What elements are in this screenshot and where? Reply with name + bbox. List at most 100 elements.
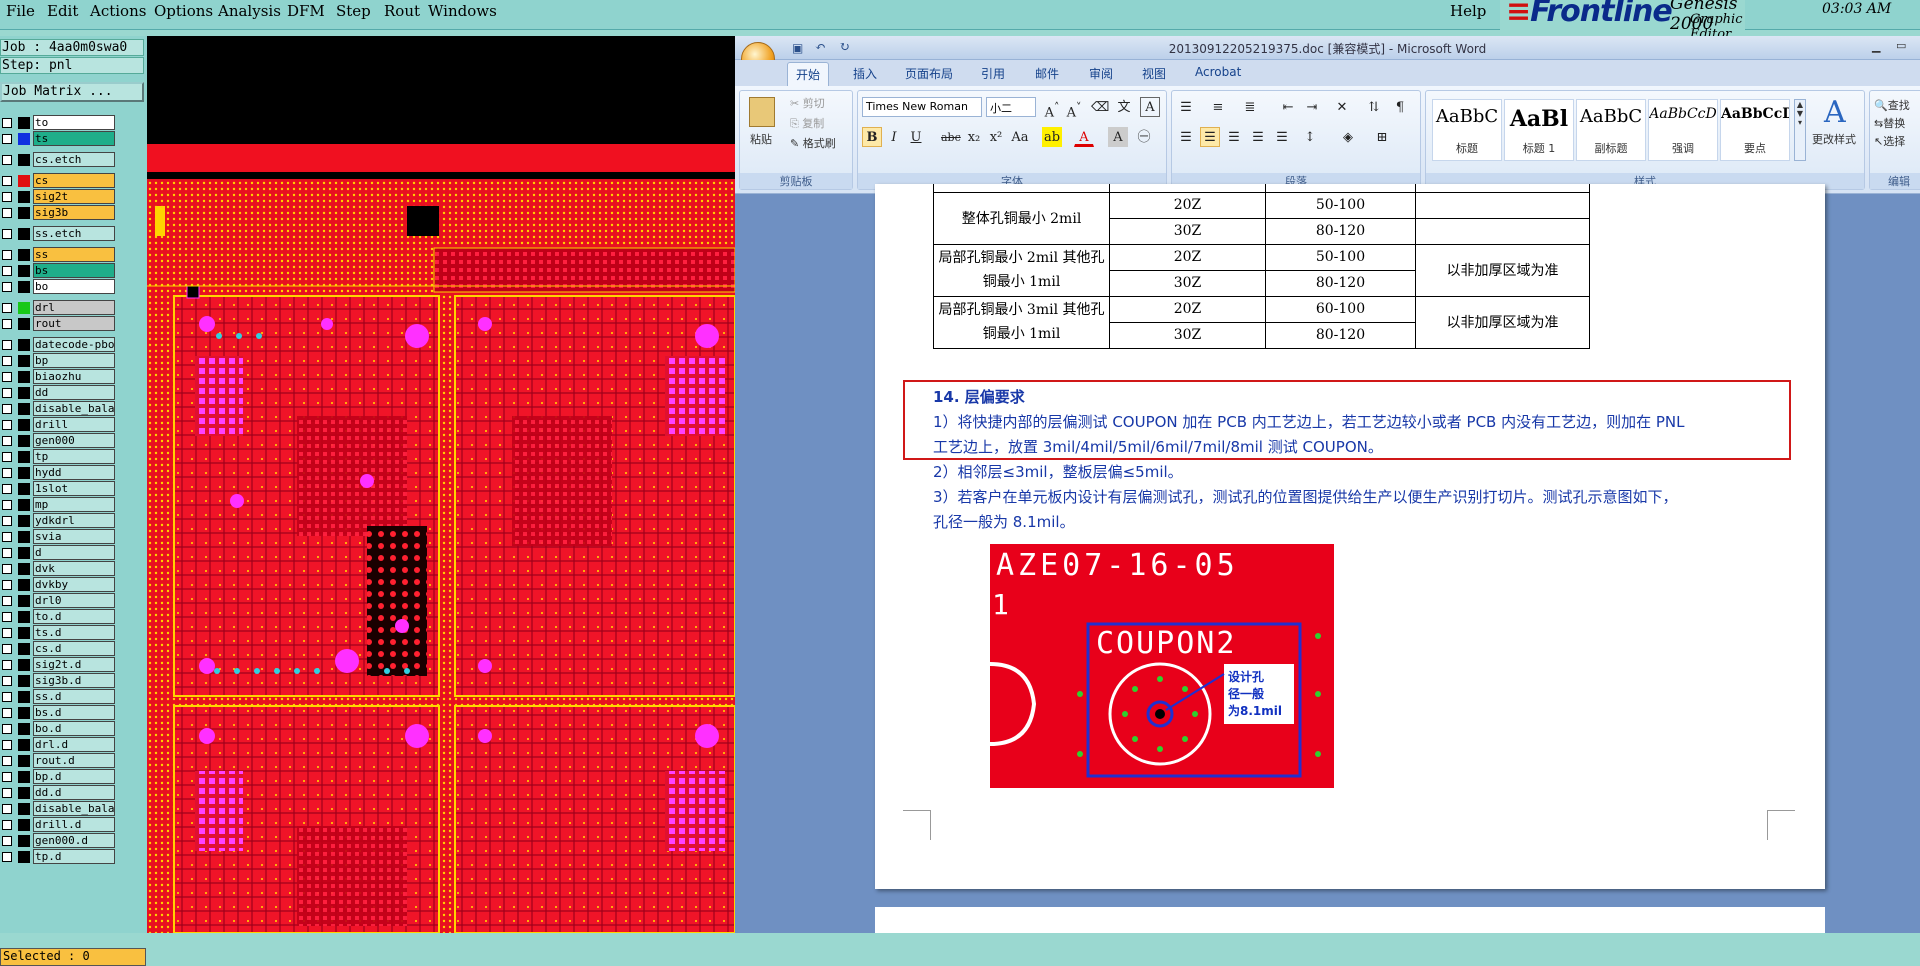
change-styles-icon[interactable]: A bbox=[1824, 95, 1846, 130]
format-painter-button[interactable]: ✎ 格式刷 bbox=[790, 135, 836, 151]
layer-row-rout[interactable]: rout bbox=[0, 316, 146, 331]
layer-checkbox[interactable] bbox=[2, 628, 12, 638]
char-border-icon[interactable]: A bbox=[1140, 97, 1160, 117]
layer-row-drl[interactable]: drl bbox=[0, 300, 146, 315]
layer-checkbox[interactable] bbox=[2, 340, 12, 350]
layer-row-disable-bala[interactable]: disable_bala bbox=[0, 401, 146, 416]
maximize-icon[interactable]: ▭ bbox=[1896, 39, 1912, 53]
layer-row-1slot[interactable]: 1slot bbox=[0, 481, 146, 496]
menu-file[interactable]: File bbox=[6, 2, 35, 20]
highlight-icon[interactable]: ab bbox=[1042, 127, 1062, 147]
clear-format-icon[interactable]: ⌫ bbox=[1090, 97, 1110, 117]
layer-checkbox[interactable] bbox=[2, 660, 12, 670]
layer-checkbox[interactable] bbox=[2, 836, 12, 846]
menu-help[interactable]: Help bbox=[1450, 2, 1486, 20]
layer-row-biaozhu[interactable]: biaozhu bbox=[0, 369, 146, 384]
layer-row-sig3b-d[interactable]: sig3b.d bbox=[0, 673, 146, 688]
layer-row-bo-d[interactable]: bo.d bbox=[0, 721, 146, 736]
menu-windows[interactable]: Windows bbox=[428, 2, 497, 20]
decrease-indent-icon[interactable]: ⇤ bbox=[1278, 97, 1298, 117]
layer-checkbox[interactable] bbox=[2, 788, 12, 798]
layer-checkbox[interactable] bbox=[2, 820, 12, 830]
layer-row-to[interactable]: to bbox=[0, 115, 146, 130]
style-strong[interactable]: AaBbCcD 要点 bbox=[1720, 99, 1790, 161]
tab-insert[interactable]: 插入 bbox=[853, 65, 877, 82]
layer-checkbox[interactable] bbox=[2, 372, 12, 382]
layer-checkbox[interactable] bbox=[2, 612, 12, 622]
font-size-select[interactable]: 小二 bbox=[986, 97, 1036, 117]
layer-checkbox[interactable] bbox=[2, 756, 12, 766]
menu-step[interactable]: Step bbox=[336, 2, 371, 20]
subscript-icon[interactable]: x₂ bbox=[964, 127, 984, 147]
style-heading1[interactable]: AaBl 标题 1 bbox=[1504, 99, 1574, 161]
minimize-icon[interactable]: ▁ bbox=[1872, 40, 1888, 54]
layer-checkbox[interactable] bbox=[2, 118, 12, 128]
job-matrix-button[interactable]: Job Matrix ... bbox=[0, 82, 144, 102]
paste-button[interactable]: 粘贴 bbox=[750, 131, 772, 147]
layer-row-sig2t[interactable]: sig2t bbox=[0, 189, 146, 204]
layer-row-sig3b[interactable]: sig3b bbox=[0, 205, 146, 220]
layer-row-bp[interactable]: bp bbox=[0, 353, 146, 368]
layer-checkbox[interactable] bbox=[2, 266, 12, 276]
menu-options[interactable]: Options bbox=[154, 2, 213, 20]
layer-row-drill-d[interactable]: drill.d bbox=[0, 817, 146, 832]
layer-row-hydd[interactable]: hydd bbox=[0, 465, 146, 480]
layer-row-dd-d[interactable]: dd.d bbox=[0, 785, 146, 800]
layer-row-dd[interactable]: dd bbox=[0, 385, 146, 400]
align-right-icon[interactable]: ☰ bbox=[1224, 127, 1244, 147]
layer-checkbox[interactable] bbox=[2, 484, 12, 494]
layer-checkbox[interactable] bbox=[2, 564, 12, 574]
tab-layout[interactable]: 页面布局 bbox=[905, 65, 953, 82]
strikethrough-icon[interactable]: abc bbox=[940, 127, 961, 147]
layer-row-bp-d[interactable]: bp.d bbox=[0, 769, 146, 784]
layer-checkbox[interactable] bbox=[2, 388, 12, 398]
change-styles-button[interactable]: 更改样式 bbox=[1812, 131, 1856, 147]
layer-checkbox[interactable] bbox=[2, 134, 12, 144]
enclose-char-icon[interactable]: ㊀ bbox=[1134, 127, 1154, 147]
layer-row-gen000[interactable]: gen000 bbox=[0, 433, 146, 448]
layer-row-sig2t-d[interactable]: sig2t.d bbox=[0, 657, 146, 672]
layer-checkbox[interactable] bbox=[2, 356, 12, 366]
style-emphasis[interactable]: AaBbCcD 强调 bbox=[1648, 99, 1718, 161]
layer-row-cs-etch[interactable]: cs.etch bbox=[0, 152, 146, 167]
layer-row-ss-etch[interactable]: ss.etch bbox=[0, 226, 146, 241]
layer-checkbox[interactable] bbox=[2, 532, 12, 542]
shrink-font-icon[interactable]: A˅ bbox=[1064, 97, 1084, 120]
font-color-icon[interactable]: A bbox=[1074, 127, 1094, 147]
layer-checkbox[interactable] bbox=[2, 740, 12, 750]
layer-checkbox[interactable] bbox=[2, 500, 12, 510]
tab-acrobat[interactable]: Acrobat bbox=[1195, 65, 1241, 79]
layer-row-gen000-d[interactable]: gen000.d bbox=[0, 833, 146, 848]
layer-row-dvkby[interactable]: dvkby bbox=[0, 577, 146, 592]
distribute-icon[interactable]: ☰ bbox=[1272, 127, 1292, 147]
borders-icon[interactable]: ⊞ bbox=[1372, 127, 1392, 147]
layer-checkbox[interactable] bbox=[2, 319, 12, 329]
layer-checkbox[interactable] bbox=[2, 250, 12, 260]
layer-row-cs-d[interactable]: cs.d bbox=[0, 641, 146, 656]
document-area[interactable]: 整体孔铜最小 2mil 20Z 50-100 30Z 80-120 局部孔铜最小 2m… bbox=[735, 184, 1920, 933]
layer-row-disable-bala[interactable]: disable_bala bbox=[0, 801, 146, 816]
layer-checkbox[interactable] bbox=[2, 644, 12, 654]
menu-actions[interactable]: Actions bbox=[90, 2, 146, 20]
select-button[interactable]: ↖选择 bbox=[1874, 133, 1905, 149]
undo-icon[interactable]: ↶ bbox=[815, 40, 826, 55]
layer-checkbox[interactable] bbox=[2, 676, 12, 686]
layer-row-ts-d[interactable]: ts.d bbox=[0, 625, 146, 640]
tab-home[interactable]: 开始 bbox=[787, 62, 830, 86]
underline-icon[interactable]: U bbox=[906, 127, 926, 147]
superscript-icon[interactable]: x² bbox=[986, 127, 1006, 147]
save-icon[interactable]: ▣ bbox=[792, 41, 803, 55]
layer-checkbox[interactable] bbox=[2, 208, 12, 218]
layer-row-d[interactable]: d bbox=[0, 545, 146, 560]
layer-checkbox[interactable] bbox=[2, 452, 12, 462]
layer-row-drl-d[interactable]: drl.d bbox=[0, 737, 146, 752]
layer-row-tp-d[interactable]: tp.d bbox=[0, 849, 146, 864]
layer-row-drill[interactable]: drill bbox=[0, 417, 146, 432]
layer-row-drl0[interactable]: drl0 bbox=[0, 593, 146, 608]
layer-row-ts[interactable]: ts bbox=[0, 131, 146, 146]
cut-button[interactable]: ✂ 剪切 bbox=[790, 95, 825, 111]
bold-icon[interactable]: B bbox=[862, 127, 882, 147]
layer-checkbox[interactable] bbox=[2, 692, 12, 702]
justify-icon[interactable]: ☰ bbox=[1248, 127, 1268, 147]
pcb-canvas[interactable] bbox=[147, 36, 735, 933]
